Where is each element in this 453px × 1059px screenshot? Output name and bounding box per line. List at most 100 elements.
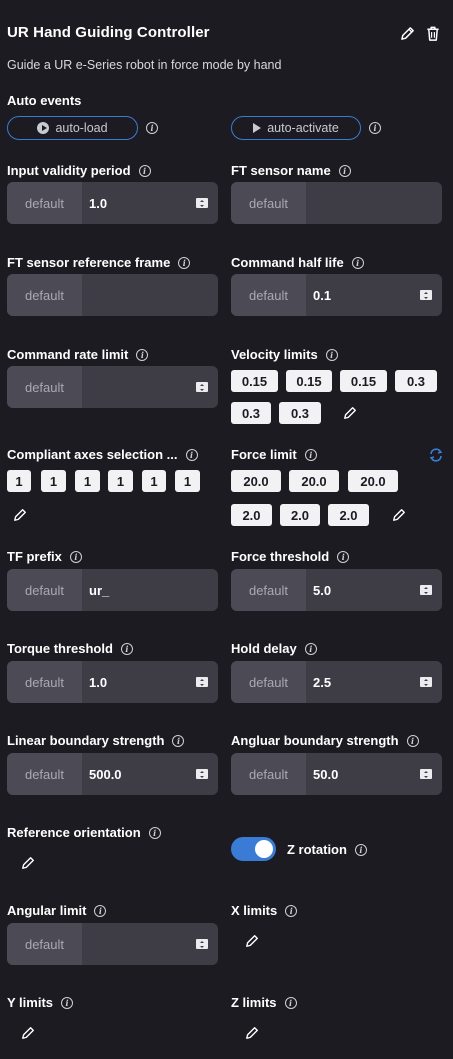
compliant-axis-chip[interactable]: 1 [108,470,133,492]
angular-limit-value[interactable] [82,923,196,965]
input-validity-period-field[interactable]: default 1.0 [7,182,218,224]
default-button[interactable]: default [231,274,306,316]
info-icon[interactable]: i [354,843,367,856]
linear-boundary-strength-field[interactable]: default 500.0 [7,753,218,795]
edit-compliant-axes-pencil-icon[interactable] [12,507,28,523]
force-threshold-field[interactable]: default 5.0 [231,569,442,611]
ft-sensor-name-value[interactable] [306,182,442,224]
info-icon[interactable]: i [138,164,151,177]
ft-sensor-reference-frame-field[interactable]: default [7,274,218,316]
edit-force-limit-pencil-icon[interactable] [391,507,407,523]
hold-delay-value[interactable]: 2.5 [306,661,420,703]
stepper-icon[interactable] [420,290,432,300]
stepper-icon[interactable] [196,939,208,949]
auto-activate-button[interactable]: auto-activate [231,116,361,140]
info-icon[interactable]: i [284,996,297,1009]
force-limit-chip[interactable]: 2.0 [280,504,320,526]
trash-icon[interactable] [424,24,442,42]
velocity-limit-chip[interactable]: 0.3 [231,402,271,424]
force-threshold-value[interactable]: 5.0 [306,569,420,611]
info-icon[interactable]: i [337,550,350,563]
info-icon[interactable]: i [304,448,317,461]
refresh-icon[interactable] [428,447,444,463]
angular-limit-field[interactable]: default [7,923,218,965]
velocity-limit-chip[interactable]: 0.15 [286,370,332,392]
tf-prefix-field[interactable]: default ur_ [7,569,218,611]
default-button[interactable]: default [231,753,306,795]
info-icon[interactable]: i [172,734,185,747]
edit-pencil-icon[interactable] [398,24,416,42]
velocity-limit-chip[interactable]: 0.15 [340,370,387,392]
default-button[interactable]: default [7,753,82,795]
edit-velocity-limits-pencil-icon[interactable] [342,405,358,421]
compliant-axis-chip[interactable]: 1 [142,470,166,492]
ft-sensor-name-field[interactable]: default [231,182,442,224]
force-limit-chip[interactable]: 20.0 [348,470,398,492]
hold-delay-field[interactable]: default 2.5 [231,661,442,703]
info-icon[interactable]: i [185,448,198,461]
play-icon [253,123,262,133]
info-icon[interactable]: i [338,164,351,177]
stepper-icon[interactable] [196,769,208,779]
default-button[interactable]: default [7,182,82,224]
stepper-icon[interactable] [196,677,208,687]
edit-z-limits-pencil-icon[interactable] [244,1025,260,1041]
edit-y-limits-pencil-icon[interactable] [20,1025,36,1041]
input-validity-period-value[interactable]: 1.0 [82,182,196,224]
default-button[interactable]: default [7,366,82,408]
default-button[interactable]: default [231,569,306,611]
compliant-axis-chip[interactable]: 1 [41,470,66,492]
compliant-axis-chip[interactable]: 1 [175,470,200,492]
z-rotation-toggle[interactable] [231,837,276,861]
info-icon[interactable]: i [69,550,82,563]
command-rate-limit-value[interactable] [82,366,196,408]
force-limit-chip[interactable]: 20.0 [289,470,339,492]
angular-boundary-strength-field[interactable]: default 50.0 [231,753,442,795]
tf-prefix-value[interactable]: ur_ [82,569,218,611]
info-icon[interactable]: i [146,122,158,134]
info-icon[interactable]: i [148,826,161,839]
default-button[interactable]: default [231,182,306,224]
default-button[interactable]: default [7,274,82,316]
velocity-limit-chip[interactable]: 0.3 [279,402,321,424]
stepper-icon[interactable] [196,198,208,208]
info-icon[interactable]: i [178,256,191,269]
force-limit-chip[interactable]: 2.0 [231,504,272,526]
stepper-icon[interactable] [196,382,208,392]
force-limit-chip[interactable]: 20.0 [231,470,281,492]
compliant-axis-chip[interactable]: 1 [7,470,31,492]
velocity-limit-chip[interactable]: 0.3 [395,370,437,392]
command-rate-limit-field[interactable]: default [7,366,218,408]
command-half-life-field[interactable]: default 0.1 [231,274,442,316]
info-icon[interactable]: i [61,996,74,1009]
angular-boundary-strength-value[interactable]: 50.0 [306,753,420,795]
linear-boundary-strength-value[interactable]: 500.0 [82,753,196,795]
stepper-icon[interactable] [420,677,432,687]
info-icon[interactable]: i [304,642,317,655]
velocity-limit-chip[interactable]: 0.15 [231,370,278,392]
info-icon[interactable]: i [369,122,381,134]
info-icon[interactable]: i [120,642,133,655]
default-button[interactable]: default [7,661,82,703]
default-button[interactable]: default [7,569,82,611]
info-icon[interactable]: i [325,348,338,361]
compliant-axis-chip[interactable]: 1 [75,470,100,492]
torque-threshold-field[interactable]: default 1.0 [7,661,218,703]
info-icon[interactable]: i [406,734,419,747]
default-button[interactable]: default [231,661,306,703]
info-icon[interactable]: i [136,348,149,361]
default-button[interactable]: default [7,923,82,965]
ft-sensor-reference-frame-value[interactable] [82,274,218,316]
stepper-icon[interactable] [420,585,432,595]
edit-reference-orientation-pencil-icon[interactable] [20,855,36,871]
y-limits-label: Y limits i [7,995,74,1010]
torque-threshold-value[interactable]: 1.0 [82,661,196,703]
edit-x-limits-pencil-icon[interactable] [244,933,260,949]
stepper-icon[interactable] [420,769,432,779]
info-icon[interactable]: i [94,904,107,917]
info-icon[interactable]: i [351,256,364,269]
info-icon[interactable]: i [285,904,298,917]
command-half-life-value[interactable]: 0.1 [306,274,420,316]
force-limit-chip[interactable]: 2.0 [328,504,369,526]
auto-load-button[interactable]: auto-load [7,116,138,140]
